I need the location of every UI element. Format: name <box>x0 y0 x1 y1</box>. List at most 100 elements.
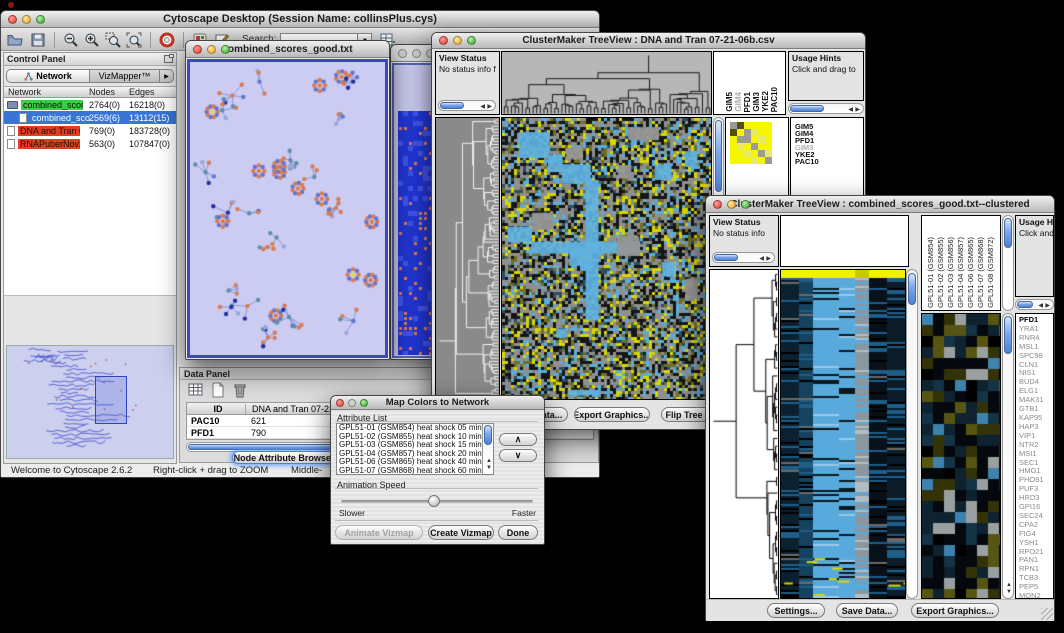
zoom-in-icon[interactable] <box>84 32 100 48</box>
treeview1-title-bar[interactable]: ClusterMaker TreeView : DNA and Tran 07-… <box>432 33 865 49</box>
minimize-icon[interactable] <box>22 15 31 24</box>
settings-button[interactable]: Settings... <box>767 603 825 618</box>
matrix-cell[interactable] <box>751 143 758 150</box>
minimize-icon[interactable] <box>412 49 421 58</box>
close-icon[interactable] <box>193 45 202 54</box>
viewport-rectangle[interactable] <box>95 376 127 424</box>
matrix-cell[interactable] <box>737 143 744 150</box>
matrix-cell[interactable] <box>765 150 772 157</box>
zoom-fit-icon[interactable] <box>126 32 142 48</box>
tab-vizmapper[interactable]: VizMapper™ <box>90 69 160 83</box>
zoom-selected-icon[interactable] <box>105 32 121 48</box>
zoom-icon[interactable] <box>36 15 45 24</box>
network-window-title-bar[interactable]: combined_scores_good.txt--cluste... <box>186 41 389 58</box>
zoomed-vscrollbar[interactable]: ▲▼ <box>1002 313 1014 599</box>
matrix-cell[interactable] <box>730 129 737 136</box>
minimize-icon[interactable] <box>727 200 736 209</box>
row-dendrogram-canvas[interactable] <box>710 270 778 598</box>
scroll-up-icon[interactable]: ▲ <box>1006 582 1012 588</box>
network-tree-row[interactable]: DNA and Tran 07769(0)183728(0) <box>4 124 176 137</box>
column-labels-pane[interactable]: GPL51-01 (GSM854)GPL51-02 (GSM855)GPL51-… <box>921 215 1001 311</box>
matrix-cell[interactable] <box>737 136 744 143</box>
usage-hscrollbar[interactable]: ◀▶ <box>788 103 864 114</box>
main-title-bar[interactable]: Cytoscape Desktop (Session Name: collins… <box>1 11 599 28</box>
select-attributes-icon[interactable] <box>188 382 204 398</box>
birds-eye-view[interactable] <box>6 345 174 459</box>
matrix-cell[interactable] <box>744 136 751 143</box>
resize-grip[interactable] <box>1041 608 1053 620</box>
matrix-cell[interactable] <box>751 136 758 143</box>
correlation-matrix[interactable] <box>730 122 772 164</box>
matrix-cell[interactable] <box>744 122 751 129</box>
network-tree-row[interactable]: combined_sco2569(6)13112(15) <box>4 111 176 124</box>
zoom-out-icon[interactable] <box>63 32 79 48</box>
zoom-icon[interactable] <box>221 45 230 54</box>
matrix-cell[interactable] <box>765 143 772 150</box>
matrix-cell[interactable] <box>751 150 758 157</box>
status-hscrollbar[interactable]: ◀▶ <box>438 100 496 111</box>
scroll-left-icon[interactable]: ◀ <box>480 104 485 110</box>
matrix-cell[interactable] <box>737 157 744 164</box>
matrix-cell[interactable] <box>730 136 737 143</box>
scroll-left-icon[interactable]: ◀ <box>759 256 764 262</box>
network-canvas-area[interactable] <box>187 59 388 358</box>
usage-hscrollbar[interactable]: ◀▶ <box>1015 299 1054 310</box>
row-dendrogram-canvas[interactable] <box>436 118 499 399</box>
listbox-vscrollbar[interactable]: ▲▼ <box>482 424 493 474</box>
export-graphics-button[interactable]: Export Graphics... <box>574 407 650 422</box>
row-dendrogram-pane[interactable] <box>709 269 779 599</box>
close-icon[interactable] <box>8 15 17 24</box>
treeview2-title-bar[interactable]: ClusterMaker TreeView : combined_scores_… <box>706 196 1054 213</box>
close-icon[interactable] <box>439 36 448 45</box>
matrix-cell[interactable] <box>744 129 751 136</box>
heatmap-pane[interactable] <box>501 117 712 400</box>
attribute-listbox[interactable]: GPL51-01 (GSM854) heat shock 05 minGPL51… <box>336 423 494 475</box>
scroll-left-icon[interactable]: ◀ <box>1038 303 1043 309</box>
save-data-button[interactable]: Save Data... <box>836 603 898 618</box>
matrix-cell[interactable] <box>758 143 765 150</box>
scroll-right-icon[interactable]: ▶ <box>766 256 771 262</box>
move-up-button[interactable]: ∧ <box>499 433 537 446</box>
done-button[interactable]: Done <box>498 525 538 540</box>
col-network[interactable]: Network <box>8 87 41 97</box>
matrix-cell[interactable] <box>765 157 772 164</box>
move-down-button[interactable]: ∨ <box>499 449 537 462</box>
matrix-cell[interactable] <box>765 129 772 136</box>
column-dendrogram-canvas[interactable] <box>502 52 711 114</box>
matrix-cell[interactable] <box>758 136 765 143</box>
heatmap-canvas[interactable] <box>502 118 711 399</box>
zoom-icon[interactable] <box>467 36 476 45</box>
animate-vizmap-button[interactable]: Animate Vizmap <box>335 525 423 540</box>
col-nodes[interactable]: Nodes <box>89 87 115 97</box>
network-graph-canvas[interactable] <box>190 62 387 357</box>
matrix-cell[interactable] <box>751 122 758 129</box>
matrix-cell[interactable] <box>758 122 765 129</box>
zoomed-heatmap-canvas[interactable] <box>922 314 1000 598</box>
matrix-cell[interactable] <box>765 122 772 129</box>
scroll-left-icon[interactable]: ◀ <box>848 107 853 113</box>
scroll-right-icon[interactable]: ▶ <box>855 107 860 113</box>
id-column-header[interactable]: ID <box>187 404 245 414</box>
minimize-icon[interactable] <box>348 399 356 407</box>
matrix-cell[interactable] <box>758 129 765 136</box>
matrix-cell[interactable] <box>744 157 751 164</box>
scroll-right-icon[interactable]: ▶ <box>1045 303 1050 309</box>
matrix-cell[interactable] <box>730 122 737 129</box>
export-graphics-button[interactable]: Export Graphics... <box>911 603 999 618</box>
matrix-cell[interactable] <box>758 157 765 164</box>
column-dendrogram-pane[interactable] <box>780 215 909 267</box>
dialog-title-bar[interactable]: Map Colors to Network <box>331 396 544 410</box>
matrix-cell[interactable] <box>737 129 744 136</box>
network-tree-row[interactable]: combined_scores2764(0)16218(0) <box>4 98 176 111</box>
matrix-cell[interactable] <box>758 150 765 157</box>
zoomed-heatmap-pane[interactable] <box>921 313 1001 599</box>
scroll-down-icon[interactable]: ▼ <box>486 465 492 471</box>
close-icon[interactable] <box>398 49 407 58</box>
row-dendrogram-pane[interactable] <box>435 117 500 400</box>
create-vizmap-button[interactable]: Create Vizmap <box>428 525 494 540</box>
attribute-item[interactable]: GPL51-07 (GSM868) heat shock 60 min <box>337 467 493 475</box>
matrix-cell[interactable] <box>765 136 772 143</box>
save-icon[interactable] <box>30 32 46 48</box>
new-attribute-icon[interactable] <box>210 382 226 398</box>
col-edges[interactable]: Edges <box>129 87 155 97</box>
